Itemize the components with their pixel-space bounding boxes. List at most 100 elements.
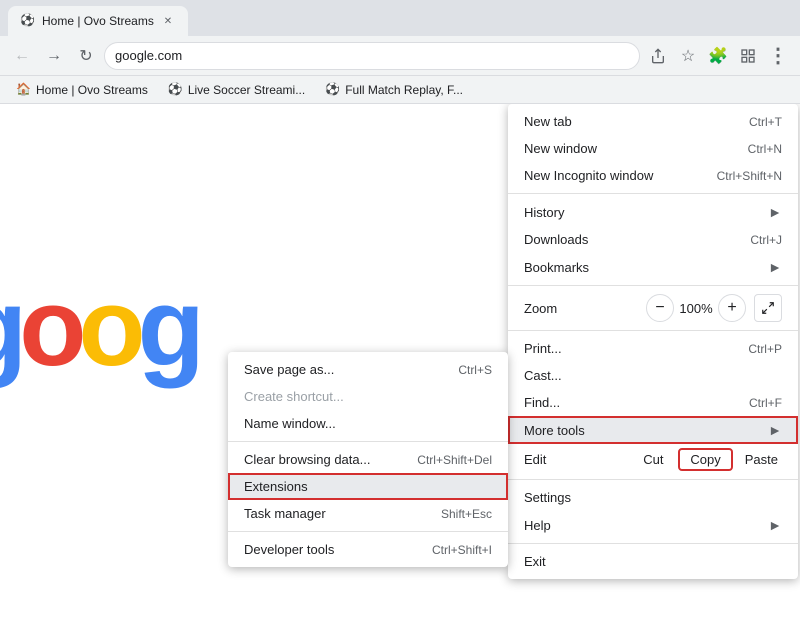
- menu-item-history[interactable]: History ►: [508, 198, 798, 226]
- sub-menu-save-page-label: Save page as...: [244, 362, 334, 377]
- zoom-minus-button[interactable]: −: [646, 294, 674, 322]
- menu-item-downloads[interactable]: Downloads Ctrl+J: [508, 226, 798, 253]
- menu-item-bookmarks-label: Bookmarks: [524, 260, 760, 275]
- edit-label: Edit: [516, 448, 628, 471]
- sub-menu-divider-2: [228, 531, 508, 532]
- google-logo: goog: [0, 264, 197, 391]
- menu-item-new-window-label: New window: [524, 141, 732, 156]
- sub-menu-clear-browsing-label: Clear browsing data...: [244, 452, 370, 467]
- copy-button[interactable]: Copy: [678, 448, 732, 471]
- menu-item-incognito[interactable]: New Incognito window Ctrl+Shift+N: [508, 162, 798, 189]
- menu-item-find-label: Find...: [524, 395, 733, 410]
- menu-divider-2: [508, 285, 798, 286]
- menu-item-help[interactable]: Help ►: [508, 511, 798, 539]
- extensions-button[interactable]: 🧩: [704, 42, 732, 70]
- menu-item-cast[interactable]: Cast...: [508, 362, 798, 389]
- menu-item-history-label: History: [524, 205, 760, 220]
- more-tools-arrow-icon: ►: [768, 422, 782, 438]
- zoom-plus-button[interactable]: +: [718, 294, 746, 322]
- tab-close-button[interactable]: ✕: [160, 13, 176, 29]
- bookmark-label-home: Home | Ovo Streams: [36, 83, 148, 97]
- menu-item-find[interactable]: Find... Ctrl+F: [508, 389, 798, 416]
- tab-bar: ⚽ Home | Ovo Streams ✕: [0, 0, 800, 36]
- bookmark-button[interactable]: ☆: [674, 42, 702, 70]
- menu-divider-4: [508, 479, 798, 480]
- menu-item-print-shortcut: Ctrl+P: [748, 342, 782, 356]
- paste-button[interactable]: Paste: [733, 448, 790, 471]
- media-button[interactable]: [734, 42, 762, 70]
- reload-button[interactable]: ↻: [72, 42, 100, 70]
- forward-button[interactable]: →: [40, 42, 68, 70]
- sub-menu-item-name-window[interactable]: Name window...: [228, 410, 508, 437]
- menu-divider-3: [508, 330, 798, 331]
- cut-button[interactable]: Cut: [628, 448, 678, 471]
- sub-menu-save-page-shortcut: Ctrl+S: [458, 363, 492, 377]
- menu-item-help-label: Help: [524, 518, 760, 533]
- menu-item-new-tab-shortcut: Ctrl+T: [749, 115, 782, 129]
- sub-menu-developer-tools-shortcut: Ctrl+Shift+I: [432, 543, 492, 557]
- zoom-controls: − 100% +: [646, 294, 782, 322]
- menu-item-more-tools-label: More tools: [524, 423, 760, 438]
- sub-menu-task-manager-label: Task manager: [244, 506, 326, 521]
- bookmarks-bar: 🏠 Home | Ovo Streams ⚽ Live Soccer Strea…: [0, 76, 800, 104]
- zoom-fullscreen-button[interactable]: [754, 294, 782, 322]
- sub-menu-clear-browsing-shortcut: Ctrl+Shift+Del: [417, 453, 492, 467]
- menu-item-print-label: Print...: [524, 341, 732, 356]
- menu-item-new-window[interactable]: New window Ctrl+N: [508, 135, 798, 162]
- sub-menu-item-clear-browsing[interactable]: Clear browsing data... Ctrl+Shift+Del: [228, 446, 508, 473]
- menu-item-new-tab-label: New tab: [524, 114, 733, 129]
- menu-item-new-window-shortcut: Ctrl+N: [748, 142, 782, 156]
- sub-menu-extensions-label: Extensions: [244, 479, 308, 494]
- menu-divider-1: [508, 193, 798, 194]
- menu-item-downloads-label: Downloads: [524, 232, 734, 247]
- sub-menu-item-developer-tools[interactable]: Developer tools Ctrl+Shift+I: [228, 536, 508, 563]
- help-arrow-icon: ►: [768, 517, 782, 533]
- menu-item-settings[interactable]: Settings: [508, 484, 798, 511]
- address-text: google.com: [115, 48, 182, 63]
- active-tab[interactable]: ⚽ Home | Ovo Streams ✕: [8, 6, 188, 36]
- content-area: goog New tab Ctrl+T New window Ctrl+N Ne…: [0, 104, 800, 625]
- bookmarks-arrow-icon: ►: [768, 259, 782, 275]
- sub-menu-divider-1: [228, 441, 508, 442]
- tab-title: Home | Ovo Streams: [42, 14, 154, 28]
- share-button[interactable]: [644, 42, 672, 70]
- menu-divider-5: [508, 543, 798, 544]
- bookmark-label-soccer: Live Soccer Streami...: [188, 83, 305, 97]
- tab-favicon: ⚽: [20, 13, 36, 29]
- bookmark-label-replay: Full Match Replay, F...: [345, 83, 463, 97]
- menu-item-new-tab[interactable]: New tab Ctrl+T: [508, 108, 798, 135]
- sub-menu-create-shortcut-label: Create shortcut...: [244, 389, 344, 404]
- address-bar[interactable]: google.com: [104, 42, 640, 70]
- zoom-value: 100%: [678, 301, 714, 316]
- sub-menu-item-task-manager[interactable]: Task manager Shift+Esc: [228, 500, 508, 527]
- menu-item-cast-label: Cast...: [524, 368, 782, 383]
- menu-item-bookmarks[interactable]: Bookmarks ►: [508, 253, 798, 281]
- bookmark-favicon-replay: ⚽: [325, 82, 341, 98]
- bookmark-soccer[interactable]: ⚽ Live Soccer Streami...: [160, 80, 313, 100]
- sub-menu: Save page as... Ctrl+S Create shortcut..…: [228, 352, 508, 567]
- sub-menu-item-extensions[interactable]: Extensions: [228, 473, 508, 500]
- menu-item-downloads-shortcut: Ctrl+J: [750, 233, 782, 247]
- sub-menu-item-create-shortcut[interactable]: Create shortcut...: [228, 383, 508, 410]
- bookmark-home[interactable]: 🏠 Home | Ovo Streams: [8, 80, 156, 100]
- edit-row: Edit Cut Copy Paste: [508, 444, 798, 475]
- back-button[interactable]: ←: [8, 42, 36, 70]
- menu-item-exit-label: Exit: [524, 554, 782, 569]
- bookmark-favicon-soccer: ⚽: [168, 82, 184, 98]
- history-arrow-icon: ►: [768, 204, 782, 220]
- sub-menu-developer-tools-label: Developer tools: [244, 542, 334, 557]
- menu-item-incognito-label: New Incognito window: [524, 168, 701, 183]
- toolbar: ← → ↻ google.com ☆ 🧩 ⋮: [0, 36, 800, 76]
- menu-button[interactable]: ⋮: [764, 42, 792, 70]
- bookmark-replay[interactable]: ⚽ Full Match Replay, F...: [317, 80, 471, 100]
- sub-menu-name-window-label: Name window...: [244, 416, 336, 431]
- sub-menu-item-save-page[interactable]: Save page as... Ctrl+S: [228, 356, 508, 383]
- zoom-row: Zoom − 100% +: [508, 290, 798, 326]
- menu-item-more-tools[interactable]: More tools ►: [508, 416, 798, 444]
- menu-item-incognito-shortcut: Ctrl+Shift+N: [717, 169, 782, 183]
- toolbar-right: ☆ 🧩 ⋮: [644, 42, 792, 70]
- menu-item-exit[interactable]: Exit: [508, 548, 798, 575]
- zoom-label: Zoom: [524, 301, 646, 316]
- menu-item-print[interactable]: Print... Ctrl+P: [508, 335, 798, 362]
- sub-menu-task-manager-shortcut: Shift+Esc: [441, 507, 492, 521]
